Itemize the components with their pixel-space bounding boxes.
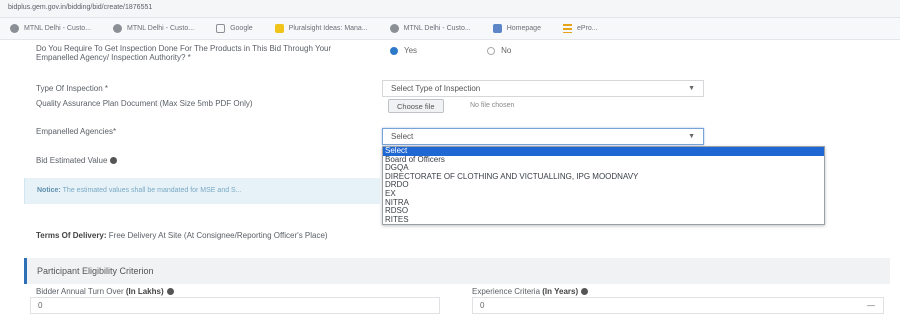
turnover-label: Bidder Annual Turn Over (In Lakhs) [36,287,174,296]
radio-yes[interactable] [390,46,398,55]
bookmark-item[interactable]: MTNL Delhi - Custo... [10,24,91,33]
terms-value: Free Delivery At Site (At Consignee/Repo… [108,231,328,240]
bookmark-item[interactable]: ePro... [562,24,598,33]
dropdown-option[interactable]: DRDO [383,181,824,190]
dropdown-option[interactable]: DIRECTORATE OF CLOTHING AND VICTUALLING,… [383,172,824,182]
chevron-down-icon: ▼ [688,133,695,140]
inspection-question-label: Do You Require To Get Inspection Done Fo… [36,44,332,62]
radio-yes-label: Yes [404,46,418,55]
bookmark-item[interactable]: MTNL Delhi - Custo... [389,24,471,33]
type-of-inspection-value: Select Type of Inspection [391,84,481,93]
choose-file-button[interactable]: Choose file [388,99,444,113]
no-file-chosen-text: No file chosen [470,102,515,109]
info-icon [166,288,174,296]
bookmark-item[interactable]: Homepage [492,24,541,33]
empanelled-agencies-select[interactable]: Select ▼ [382,128,704,145]
dropdown-option[interactable]: RITES [383,215,824,225]
qap-document-label: Quality Assurance Plan Document (Max Siz… [36,99,253,108]
section-participant-eligibility: Participant Eligibility Criterion [24,258,890,284]
radio-no[interactable] [487,46,496,55]
empanelled-agencies-dropdown: Select Board of Officers DGQA DIRECTORAT… [382,146,825,226]
bookmark-item[interactable]: Google [216,24,253,33]
dropdown-option[interactable]: EX [383,189,824,199]
dropdown-option[interactable]: Select [383,146,824,156]
homepage-icon [492,24,502,33]
globe-icon [113,24,123,33]
globe-icon [10,24,19,33]
google-icon [216,24,226,33]
notice-alert: Notice: The estimated values shall be ma… [24,178,380,204]
dash-icon: — [867,301,875,310]
alert-title: Notice: [37,187,61,194]
address-url: bidplus.gem.gov.in/bidding/bid/create/18… [8,4,153,11]
experience-label: Experience Criteria (In Years) [472,287,589,296]
bookmarks-bar: MTNL Delhi - Custo... MTNL Delhi - Custo… [0,18,900,40]
alert-text: The estimated values shall be mandated f… [62,187,242,194]
inspection-radio-group: Yes No [390,46,511,55]
bookmark-yellow-icon [274,24,284,33]
section-title: Participant Eligibility Criterion [37,266,154,276]
bid-estimated-value-label: Bid Estimated Value [36,156,118,165]
terms-of-delivery: Terms Of Delivery: Free Delivery At Site… [36,231,328,240]
bookmark-item[interactable]: Pluralsight Ideas: Mana... [274,24,368,33]
experience-select[interactable]: 0 — [472,297,884,314]
turnover-input[interactable]: 0 [30,297,440,314]
dropdown-option[interactable]: RDSO [383,207,824,216]
info-icon [581,288,589,296]
terms-label: Terms Of Delivery: [36,231,107,240]
type-of-inspection-label: Type Of Inspection * [36,84,109,93]
empanelled-agencies-value: Select [391,132,414,141]
dropdown-option[interactable]: NITRA [383,198,824,208]
type-of-inspection-select[interactable]: Select Type of Inspection ▼ [382,80,704,97]
address-bar[interactable]: bidplus.gem.gov.in/bidding/bid/create/18… [0,0,900,18]
bookmark-item[interactable]: MTNL Delhi - Custo... [113,24,194,33]
chevron-down-icon: ▼ [688,85,695,92]
list-icon [562,24,572,33]
radio-no-label: No [501,46,512,55]
dropdown-option[interactable]: Board of Officers [383,155,824,165]
globe-icon [389,24,399,33]
empanelled-agencies-label: Empanelled Agencies* [36,127,117,136]
info-icon [110,157,118,165]
